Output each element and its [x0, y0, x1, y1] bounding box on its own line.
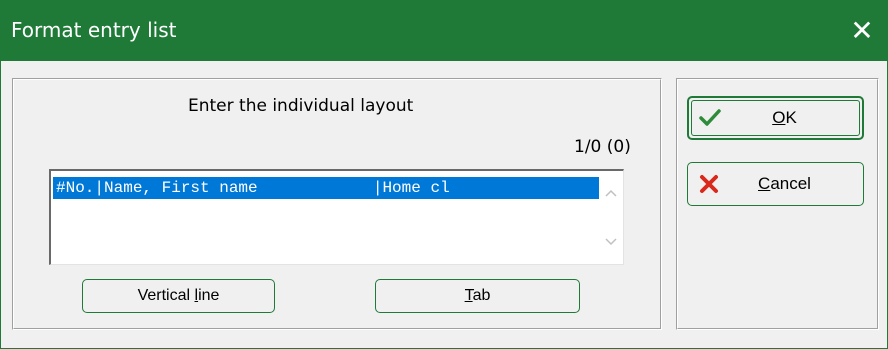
dialog-content: Enter the individual layout 1/0 (0) #No.… — [1, 61, 887, 348]
layout-heading: Enter the individual layout — [188, 96, 414, 116]
tab-button[interactable]: Tab — [375, 279, 580, 313]
cancel-button[interactable]: Cancel — [687, 162, 864, 206]
ok-label-hotkey: O — [772, 108, 786, 127]
format-entry-list-dialog: Format entry list ✕ Enter the individual… — [0, 0, 888, 349]
cancel-label-hotkey: C — [758, 174, 771, 193]
close-icon: ✕ — [850, 14, 874, 47]
ok-button[interactable]: OK — [687, 96, 864, 140]
tab-label-suffix: ab — [472, 287, 491, 304]
scroll-down-arrow-icon[interactable] — [599, 230, 623, 254]
title-bar: Format entry list ✕ — [1, 0, 887, 61]
vertical-line-label-prefix: Vertical — [137, 287, 195, 304]
tab-label-hotkey: T — [464, 287, 473, 304]
close-button[interactable]: ✕ — [837, 0, 887, 61]
scroll-up-arrow-icon[interactable] — [599, 181, 623, 205]
layout-listbox[interactable]: #No.|Name, First name |Home cl — [49, 169, 624, 265]
cancel-label-suffix: ancel — [770, 174, 811, 193]
entry-counter: 1/0 (0) — [574, 137, 631, 157]
window-title: Format entry list — [11, 18, 177, 42]
vertical-scrollbar[interactable] — [599, 171, 623, 264]
vertical-line-button[interactable]: Vertical line — [82, 279, 275, 313]
list-item[interactable]: #No.|Name, First name |Home cl — [53, 177, 600, 199]
ok-label-suffix: K — [785, 108, 797, 127]
vertical-line-label-suffix: ine — [198, 287, 220, 304]
